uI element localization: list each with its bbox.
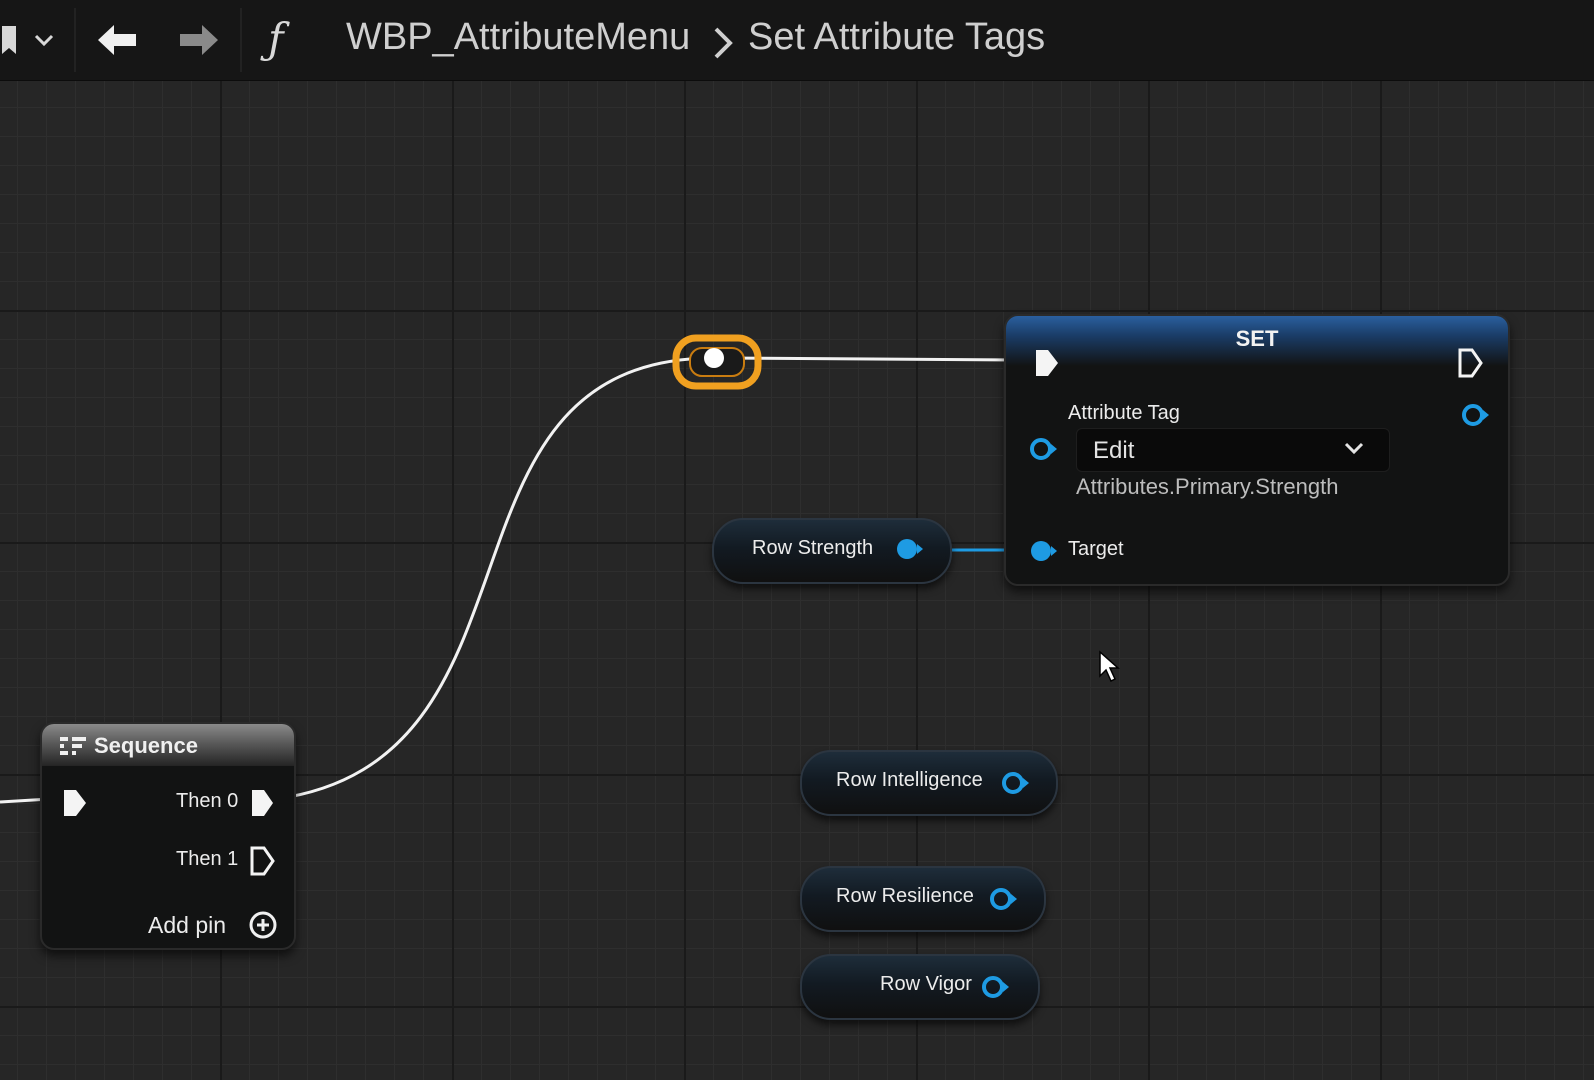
mouse-cursor-icon [1099,650,1120,683]
row-strength-pin-icon[interactable] [896,536,926,562]
sequence-icon [60,737,86,755]
exec-out-pin-icon[interactable] [1458,348,1484,378]
add-pin-icon[interactable] [248,910,278,940]
exec-in-pin-icon[interactable] [62,788,88,818]
bookmark-icon[interactable] [0,24,60,58]
then0-pin-icon[interactable] [250,788,276,818]
target-label: Target [1068,538,1124,560]
set-node[interactable]: SET Attribute Tag Edit Attributes.Primar… [1004,314,1510,586]
row-resilience-label: Row Resilience [836,885,974,907]
row-vigor-node[interactable]: Row Vigor [800,954,1040,1020]
target-pin-icon[interactable] [1030,538,1060,564]
then1-label: Then 1 [176,848,239,870]
row-strength-node[interactable]: Row Strength [712,518,952,584]
row-resilience-node[interactable]: Row Resilience [800,866,1046,932]
row-resilience-pin-icon[interactable] [990,886,1020,912]
row-intelligence-node[interactable]: Row Intelligence [800,750,1058,816]
attribute-tag-in-pin-icon[interactable] [1030,436,1060,462]
then1-pin-icon[interactable] [250,846,276,876]
forward-arrow-icon[interactable] [176,22,220,58]
row-intelligence-pin-icon[interactable] [1002,770,1032,796]
breadcrumb-current[interactable]: Set Attribute Tags [748,16,1045,59]
exec-wire-then0-to-reroute [275,356,713,801]
reroute-node[interactable] [672,334,762,390]
dropdown-value: Edit [1093,437,1135,464]
attribute-tag-label: Attribute Tag [1068,402,1180,424]
then0-label: Then 0 [176,790,239,812]
breadcrumb-root[interactable]: WBP_AttributeMenu [346,16,690,59]
add-pin-label[interactable]: Add pin [148,912,226,939]
set-node-title: SET [1235,326,1279,351]
row-intelligence-label: Row Intelligence [836,769,983,791]
breadcrumb-chevron-icon [714,27,733,59]
row-vigor-label: Row Vigor [880,973,972,995]
function-icon: ƒ [268,14,284,63]
row-strength-label: Row Strength [752,537,874,559]
exec-in-pin-icon[interactable] [1034,348,1060,378]
toolbar-divider [74,8,76,72]
toolbar: ƒ WBP_AttributeMenu Set Attribute Tags [0,0,1594,81]
toolbar-divider [240,8,242,72]
attribute-tag-out-pin-icon[interactable] [1462,402,1492,428]
sequence-node-title: Sequence [94,733,198,758]
row-vigor-pin-icon[interactable] [982,974,1012,1000]
exec-wire-reroute-to-set [723,356,1025,362]
back-arrow-icon[interactable] [96,22,140,58]
chevron-down-icon [1344,442,1364,455]
attribute-tag-value: Attributes.Primary.Strength [1076,474,1339,499]
attribute-tag-dropdown[interactable]: Edit [1076,428,1390,472]
sequence-node[interactable]: Sequence Then 0 Then 1 Add pin [40,722,296,950]
